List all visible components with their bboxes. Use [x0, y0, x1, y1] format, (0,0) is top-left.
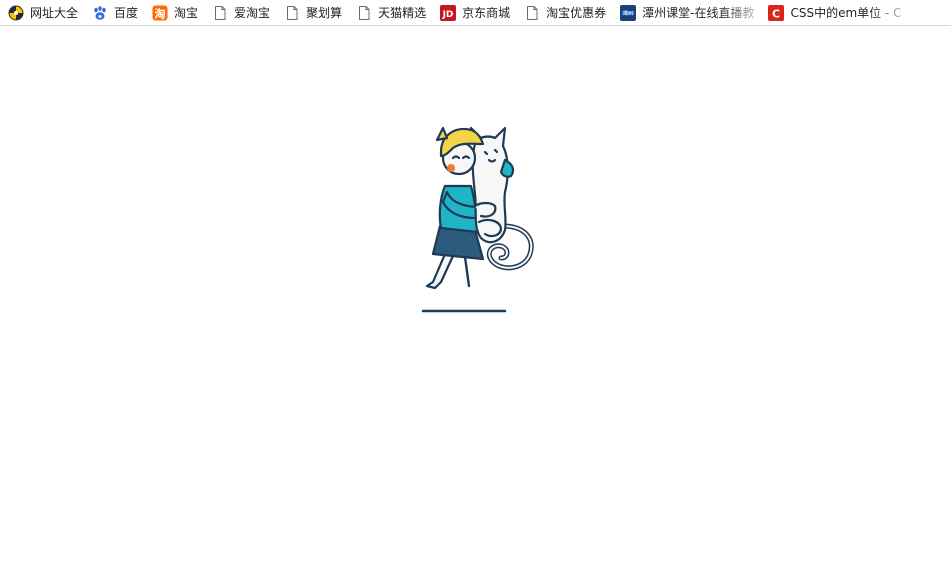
- bookmark-jd[interactable]: JD 京东商城: [432, 0, 516, 25]
- page-icon: [284, 5, 300, 21]
- page-icon: [212, 5, 228, 21]
- bookmarks-bar: 网址大全 百度 淘 淘宝 爱淘宝 聚划算 天猫精选 JD 京东商城 淘宝优惠券 …: [0, 0, 951, 26]
- jd-icon: JD: [440, 4, 457, 21]
- bookmark-label: 网址大全: [30, 5, 79, 20]
- svg-text:淘: 淘: [155, 6, 166, 20]
- girl-hugging-cat-illustration: [421, 126, 534, 313]
- bookmark-taobao-coupon[interactable]: 淘宝优惠券: [516, 0, 612, 25]
- bookmark-csdn[interactable]: C CSS中的em单位 - C: [760, 0, 907, 25]
- tanzhou-icon: 潭州: [620, 4, 637, 21]
- bookmark-baidu[interactable]: 百度: [84, 0, 144, 25]
- bookmark-label: 京东商城: [462, 5, 511, 20]
- csdn-icon: C: [768, 4, 785, 21]
- page-content: [0, 26, 951, 579]
- bookmark-ai-taobao[interactable]: 爱淘宝: [204, 0, 276, 25]
- bookmark-label: 聚划算: [306, 5, 343, 20]
- page-icon: [524, 5, 540, 21]
- bookmark-label: CSS中的em单位 - C: [790, 5, 902, 20]
- baidu-paw-icon: [92, 5, 108, 21]
- bookmark-label: 天猫精选: [378, 5, 427, 20]
- taobao-icon: 淘: [152, 5, 168, 21]
- bookmark-label: 潭州课堂-在线直播教: [642, 5, 755, 20]
- bookmark-label: 淘宝: [174, 5, 199, 20]
- svg-text:潭州: 潭州: [623, 10, 633, 17]
- bookmark-tmall[interactable]: 天猫精选: [348, 0, 432, 25]
- bookmark-tanzhou[interactable]: 潭州 潭州课堂-在线直播教: [612, 0, 760, 25]
- bookmark-label: 淘宝优惠券: [546, 5, 607, 20]
- bookmark-juhuasuan[interactable]: 聚划算: [276, 0, 348, 25]
- bookmark-label: 百度: [114, 5, 139, 20]
- bookmark-hao123[interactable]: 网址大全: [0, 0, 84, 25]
- page-icon: [356, 5, 372, 21]
- bookmark-taobao[interactable]: 淘 淘宝: [144, 0, 204, 25]
- svg-text:C: C: [772, 7, 780, 20]
- hao123-icon: [8, 5, 24, 21]
- svg-text:JD: JD: [442, 10, 454, 20]
- bookmark-label: 爱淘宝: [234, 5, 271, 20]
